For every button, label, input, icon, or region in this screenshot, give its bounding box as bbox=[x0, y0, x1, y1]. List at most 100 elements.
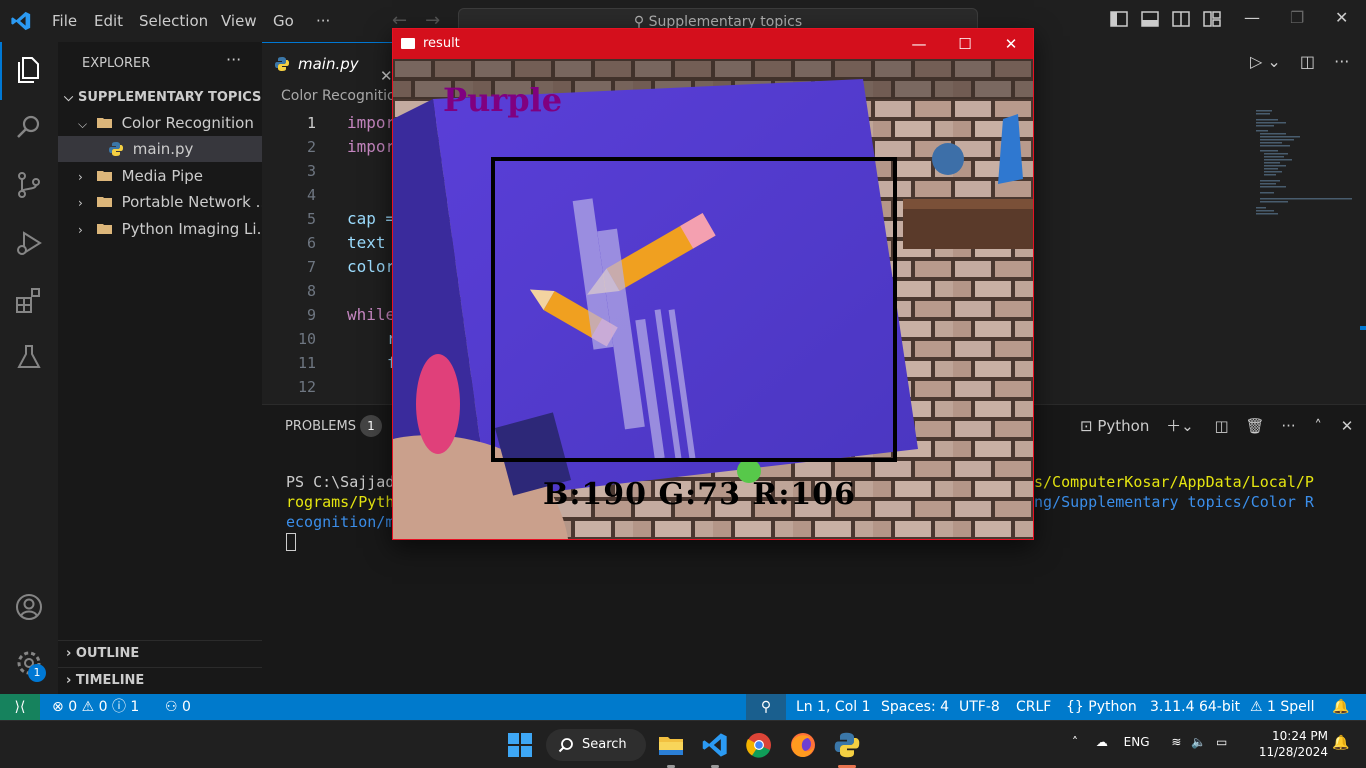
input-language[interactable]: ENG bbox=[1124, 735, 1150, 749]
wifi-icon[interactable]: ≋ bbox=[1171, 735, 1181, 749]
result-window-title: result bbox=[423, 36, 460, 51]
tree-folder-color-recognition[interactable]: ⌵ Color Recognition bbox=[58, 110, 262, 136]
editor-actions: ▷ ⌄ ◫ ··· bbox=[1250, 52, 1349, 71]
webcam-image bbox=[393, 59, 1033, 539]
code-line[interactable]: impor bbox=[347, 113, 395, 132]
notifications-bell-icon[interactable]: 🔔 bbox=[1332, 735, 1349, 751]
cloud-icon[interactable]: ☁ bbox=[1096, 735, 1108, 749]
run-file-icon[interactable]: ▷ bbox=[1250, 52, 1262, 71]
tree-folder-portable-network[interactable]: › Portable Network ... bbox=[58, 189, 262, 215]
result-minimize-button[interactable]: — bbox=[896, 29, 942, 59]
taskbar-search[interactable]: Search bbox=[546, 729, 646, 761]
customize-layout-icon[interactable] bbox=[1203, 11, 1221, 27]
file-explorer-icon[interactable] bbox=[657, 731, 685, 759]
chevron-down-icon[interactable]: ⌄ bbox=[1267, 52, 1280, 71]
battery-icon[interactable]: ▭ bbox=[1216, 735, 1227, 749]
line-number: 5 bbox=[306, 210, 316, 228]
vscode-taskbar-icon[interactable] bbox=[701, 731, 729, 759]
result-window-titlebar[interactable]: result — ☐ ✕ bbox=[393, 29, 1033, 59]
timeline-section-header[interactable]: › TIMELINE bbox=[58, 667, 262, 693]
clock-time[interactable]: 10:24 PM bbox=[1272, 729, 1328, 743]
window-restore-button[interactable]: ❐ bbox=[1290, 8, 1304, 27]
tree-file-main-py[interactable]: main.py bbox=[58, 136, 262, 162]
accounts-icon[interactable] bbox=[14, 592, 44, 622]
line-number: 6 bbox=[306, 234, 316, 252]
language-mode[interactable]: {} Python bbox=[1066, 694, 1137, 720]
line-number: 9 bbox=[306, 306, 316, 324]
zoom-status[interactable]: ⚲ bbox=[746, 694, 786, 720]
chrome-icon[interactable] bbox=[745, 731, 773, 759]
python-app-icon[interactable] bbox=[833, 731, 861, 759]
firefox-icon[interactable] bbox=[789, 731, 817, 759]
line-number: 11 bbox=[297, 354, 316, 372]
remote-indicator-button[interactable]: ⟩⟨ bbox=[0, 694, 40, 720]
toggle-primary-sidebar-icon[interactable] bbox=[1110, 11, 1128, 27]
toggle-panel-icon[interactable] bbox=[1141, 11, 1159, 27]
outline-section-header[interactable]: › OUTLINE bbox=[58, 640, 262, 666]
tray-overflow-chevron-icon[interactable]: ˄ bbox=[1072, 735, 1078, 749]
maximize-panel-icon[interactable]: ˄ bbox=[1314, 417, 1322, 435]
close-panel-icon[interactable]: ✕ bbox=[1341, 417, 1354, 435]
source-control-icon[interactable] bbox=[14, 170, 44, 200]
extensions-icon[interactable] bbox=[14, 286, 44, 316]
new-terminal-button[interactable]: ＋ bbox=[1166, 417, 1181, 435]
menu-edit[interactable]: Edit bbox=[94, 12, 123, 30]
run-debug-icon[interactable] bbox=[14, 228, 44, 258]
tab-problems[interactable]: PROBLEMS bbox=[285, 419, 356, 434]
chevron-down-icon[interactable]: ⌄ bbox=[1181, 417, 1194, 435]
split-terminal-icon[interactable]: ◫ bbox=[1215, 417, 1229, 435]
menu-go[interactable]: Go bbox=[273, 12, 294, 30]
result-close-button[interactable]: ✕ bbox=[988, 29, 1034, 59]
explorer-more-button[interactable]: ··· bbox=[226, 50, 241, 69]
code-line[interactable]: impor bbox=[347, 137, 395, 156]
cursor-position[interactable]: Ln 1, Col 1 bbox=[796, 694, 871, 720]
tree-folder-media-pipe[interactable]: › Media Pipe bbox=[58, 163, 262, 189]
menu-selection[interactable]: Selection bbox=[139, 12, 208, 30]
clock-date[interactable]: 11/28/2024 bbox=[1258, 745, 1328, 759]
result-window[interactable]: result — ☐ ✕ Purple B:190 G:73 R:106 bbox=[392, 28, 1034, 540]
search-icon[interactable] bbox=[14, 112, 44, 142]
encoding[interactable]: UTF-8 bbox=[959, 694, 1000, 720]
code-line[interactable]: text bbox=[347, 233, 395, 252]
activity-bar: 1 bbox=[0, 42, 58, 694]
code-line[interactable]: while bbox=[347, 305, 395, 324]
explorer-files-icon[interactable] bbox=[14, 54, 44, 84]
workspace-root[interactable]: ⌵ SUPPLEMENTARY TOPICS bbox=[58, 84, 262, 110]
indentation[interactable]: Spaces: 4 bbox=[881, 694, 949, 720]
split-editor-icon[interactable]: ◫ bbox=[1300, 52, 1315, 71]
more-actions-icon[interactable]: ··· bbox=[1334, 52, 1349, 71]
problems-count-badge: 1 bbox=[360, 415, 382, 437]
menu-file[interactable]: File bbox=[52, 12, 77, 30]
line-number: 10 bbox=[297, 330, 316, 348]
toggle-secondary-sidebar-icon[interactable] bbox=[1172, 11, 1190, 27]
python-interpreter[interactable]: 3.11.4 64-bit bbox=[1150, 694, 1240, 720]
more-actions-icon[interactable]: ··· bbox=[1281, 417, 1295, 435]
ports-status[interactable]: ⚇ 0 bbox=[165, 694, 191, 720]
menu-more-button[interactable]: ··· bbox=[316, 12, 330, 30]
breadcrumb[interactable]: Color Recognitio bbox=[281, 88, 396, 104]
window-minimize-button[interactable]: — bbox=[1244, 8, 1260, 27]
trash-icon[interactable]: 🗑 bbox=[1245, 417, 1264, 435]
terminal-name[interactable]: Python bbox=[1097, 417, 1149, 435]
folder-icon bbox=[96, 171, 112, 181]
problems-status[interactable]: ⊗ 0 ⚠ 0 ⓘ 1 bbox=[52, 694, 139, 720]
window-close-button[interactable]: ✕ bbox=[1335, 8, 1348, 27]
minimap[interactable] bbox=[1254, 108, 1352, 228]
chevron-right-icon: › bbox=[66, 646, 76, 661]
testing-flask-icon[interactable] bbox=[14, 342, 44, 372]
app-window-icon bbox=[401, 38, 415, 49]
tree-folder-python-imaging[interactable]: › Python Imaging Li... bbox=[58, 216, 262, 242]
spell-status[interactable]: ⚠ 1 Spell bbox=[1250, 694, 1315, 720]
volume-icon[interactable]: 🔈 bbox=[1191, 735, 1206, 749]
tab-main-py[interactable]: main.py ✕ bbox=[262, 42, 393, 85]
result-maximize-button[interactable]: ☐ bbox=[942, 29, 988, 59]
windows-start-icon[interactable] bbox=[508, 733, 532, 757]
notifications-bell-icon[interactable]: 🔔 bbox=[1332, 694, 1349, 720]
menu-view[interactable]: View bbox=[221, 12, 257, 30]
code-line[interactable]: color bbox=[347, 257, 395, 276]
line-ending[interactable]: CRLF bbox=[1016, 694, 1051, 720]
vscode-logo-icon[interactable] bbox=[10, 10, 32, 32]
terminal-actions: ⊡ Python ＋⌄ ◫ 🗑 ··· ˄ ✕ bbox=[1080, 415, 1353, 436]
code-line[interactable]: cap = bbox=[347, 209, 395, 228]
timeline-label: TIMELINE bbox=[75, 673, 145, 688]
